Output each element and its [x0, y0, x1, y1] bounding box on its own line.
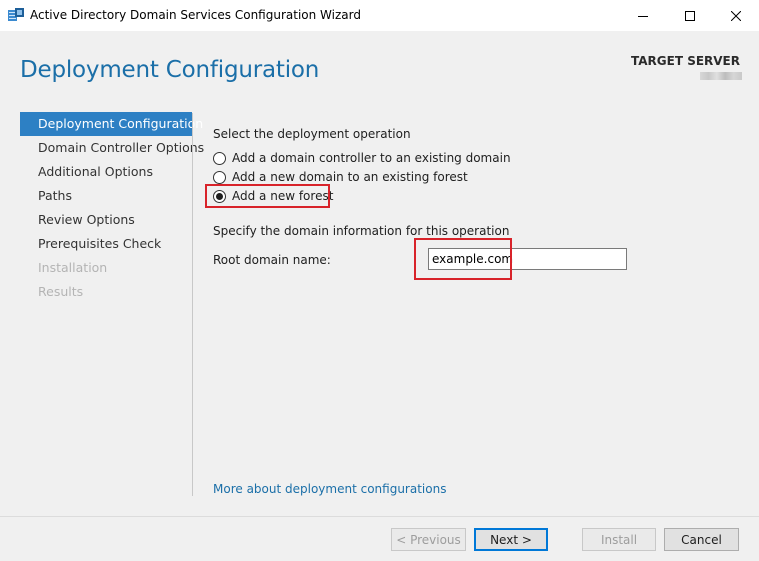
radio-button[interactable]	[213, 151, 226, 165]
wizard-body: Deployment Configuration TARGET SERVER D…	[0, 31, 759, 516]
cancel-button[interactable]: Cancel	[664, 528, 739, 551]
target-server-name-redacted	[700, 72, 742, 80]
close-button[interactable]	[713, 0, 759, 31]
page-title: Deployment Configuration	[20, 57, 320, 83]
domain-info-heading: Specify the domain information for this …	[213, 224, 510, 238]
nav-item-prerequisites-check[interactable]: Prerequisites Check	[20, 232, 192, 256]
minimize-button[interactable]	[620, 0, 666, 31]
maximize-button[interactable]	[667, 0, 713, 31]
nav-item-results: Results	[38, 284, 84, 299]
highlight-root-domain	[414, 238, 512, 280]
window-title: Active Directory Domain Services Configu…	[30, 8, 361, 22]
radio-button[interactable]	[213, 170, 226, 184]
maximize-icon	[685, 10, 695, 21]
install-button: Install	[582, 528, 656, 551]
target-server-label: TARGET SERVER	[631, 54, 740, 68]
nav-item-paths[interactable]: Paths	[20, 184, 192, 208]
wizard-steps-nav: Deployment Configuration Domain Controll…	[20, 112, 204, 304]
nav-divider	[192, 113, 193, 496]
radio-label: Add a domain controller to an existing d…	[232, 151, 511, 165]
nav-item-review-options[interactable]: Review Options	[20, 208, 192, 232]
root-domain-label: Root domain name:	[213, 253, 331, 267]
nav-item-deployment-configuration[interactable]: Deployment Configuration	[20, 112, 203, 136]
more-about-deployment-link[interactable]: More about deployment configurations	[213, 482, 446, 496]
title-bar: Active Directory Domain Services Configu…	[0, 0, 759, 31]
highlight-new-forest	[205, 184, 330, 208]
next-button[interactable]: Next >	[474, 528, 548, 551]
nav-item-installation: Installation	[38, 260, 108, 275]
option-add-domain-existing-forest[interactable]: Add a new domain to an existing forest	[213, 169, 468, 185]
minimize-icon	[638, 11, 648, 21]
previous-button: < Previous	[391, 528, 466, 551]
wizard-footer: < Previous Next > Install Cancel	[0, 516, 759, 561]
nav-item-additional-options[interactable]: Additional Options	[20, 160, 192, 184]
deployment-operation-heading: Select the deployment operation	[213, 127, 411, 141]
close-icon	[731, 10, 741, 21]
nav-item-domain-controller-options[interactable]: Domain Controller Options	[20, 136, 204, 160]
option-add-dc-existing-domain[interactable]: Add a domain controller to an existing d…	[213, 150, 511, 166]
server-wizard-icon	[8, 8, 24, 22]
radio-label: Add a new domain to an existing forest	[232, 170, 468, 184]
